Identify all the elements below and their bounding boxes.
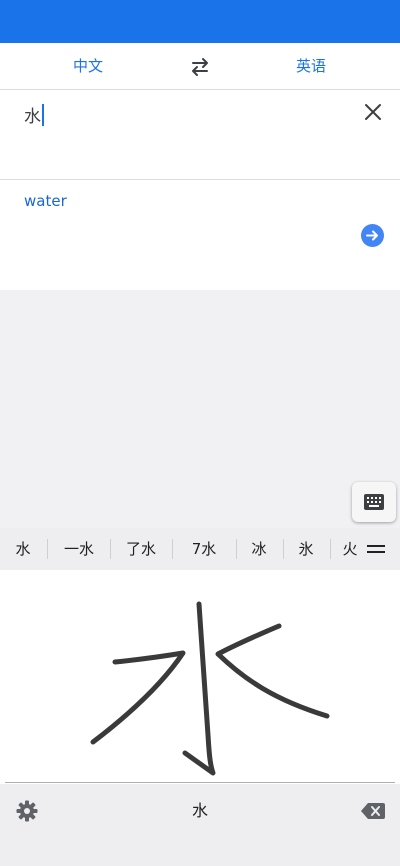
target-language-button[interactable]: 英语 [261, 43, 361, 90]
keyboard-toggle-button[interactable] [352, 482, 396, 522]
handwriting-pad[interactable] [5, 570, 395, 783]
handwriting-strokes [90, 601, 330, 776]
candidate-divider [330, 539, 331, 559]
source-language-button[interactable]: 中文 [38, 43, 138, 90]
candidate-bar: 水 一水 了水 7水 冰 氷 火 [0, 528, 400, 570]
candidate-item[interactable]: 火 [340, 528, 360, 570]
candidate-divider [283, 539, 284, 559]
candidate-item[interactable]: 水 [8, 528, 38, 570]
candidate-item[interactable]: 7水 [180, 528, 228, 570]
candidate-item[interactable]: 氷 [291, 528, 321, 570]
gear-icon[interactable] [16, 800, 38, 822]
candidate-divider [110, 539, 111, 559]
space-key[interactable]: 水 [170, 796, 230, 826]
arrow-right-icon [366, 230, 378, 241]
candidate-divider [47, 539, 48, 559]
source-text: 水 [24, 107, 41, 127]
translation-result-area: water [0, 180, 400, 290]
close-icon[interactable] [362, 101, 384, 123]
candidate-item[interactable]: 冰 [244, 528, 274, 570]
status-bar [0, 0, 400, 43]
language-bar: 中文 英语 [0, 43, 400, 90]
text-cursor [42, 104, 44, 126]
keyboard-icon [364, 494, 384, 510]
source-text-area[interactable]: 水 [0, 90, 400, 180]
keyboard-bottom-bar: 水 [0, 784, 400, 866]
backspace-icon[interactable] [360, 801, 386, 821]
swap-arrows-icon[interactable] [187, 54, 213, 80]
source-text-field[interactable]: 水 [24, 102, 44, 127]
go-to-translation-button[interactable] [361, 224, 384, 247]
candidate-divider [172, 539, 173, 559]
empty-content-area [0, 290, 400, 528]
candidate-divider [236, 539, 237, 559]
translation-text: water [24, 192, 67, 210]
menu-icon[interactable] [367, 542, 385, 556]
candidate-item[interactable]: 一水 [56, 528, 102, 570]
candidate-item[interactable]: 了水 [118, 528, 164, 570]
